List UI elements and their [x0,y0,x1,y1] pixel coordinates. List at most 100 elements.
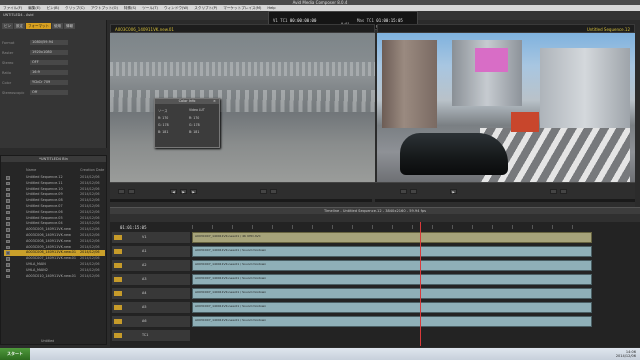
track-monitor-icon[interactable] [114,263,122,268]
color-info-title: Color Info [155,99,219,104]
track-monitor-icon[interactable] [114,333,122,338]
tab-usage[interactable]: 使用 [52,23,63,29]
bin-row[interactable]: A003C010_140911VK.new.01 2014/12/06 [4,274,105,280]
setting-select[interactable]: 1080i/59.94 [30,40,68,45]
setting-row: Ratio 16:9 [2,70,105,76]
track-name: A4 [142,291,147,295]
track-header[interactable]: TC1 [112,330,190,342]
setting-select[interactable]: Off [30,90,68,95]
project-tabs: ビン 設定 フォーマット 使用 情報 [2,23,76,29]
extract-button[interactable] [560,189,567,194]
track-name: A5 [142,305,147,309]
step-back-icon[interactable]: ◀ [170,189,177,194]
timeline-timecode[interactable]: 01:01:15:05 [120,225,147,230]
close-icon[interactable]: × [213,99,218,104]
color-value: G: 178 [189,123,200,127]
start-button[interactable]: スタート [0,348,30,360]
mark-out-button[interactable] [128,189,135,194]
color-value: G: 178 [158,123,169,127]
timeline-clip[interactable]: A003C007_140911VK.new.01 / Sound mixdown [192,288,592,299]
tab-info[interactable]: 情報 [64,23,75,29]
track-header[interactable]: A2 [112,260,190,272]
track-header[interactable]: A4 [112,288,190,300]
sequence-icon [6,274,10,279]
track-monitor-icon[interactable] [114,249,122,254]
timeline-clip[interactable]: A003C007_140911VK.new.01 / Sound mixdown [192,246,592,257]
setting-select[interactable]: YCbCr 709 [30,80,68,85]
record-mark-out-button[interactable] [410,189,417,194]
track-monitor-icon[interactable] [114,277,122,282]
track-name: A3 [142,277,147,281]
record-frame-building [540,48,630,132]
source-frame-waves [110,90,375,112]
splice-button[interactable] [260,189,267,194]
track-monitor-icon[interactable] [114,319,122,324]
color-value: R: 170 [189,116,200,120]
track-monitor-icon[interactable] [114,291,122,296]
color-info-header-left: ソース [158,109,168,113]
color-info-dialog[interactable]: Color Info × ソース Video LUT R: 170 R: 170… [154,98,220,148]
source-position-bar[interactable] [110,199,372,202]
source-frame-waves [110,62,375,76]
sequence-icon [6,268,10,273]
setting-row: Stereo OFF [2,60,105,66]
source-clip-name[interactable]: A003C006_140911VK.new.01 [115,27,174,32]
record-frame-bus [511,112,539,132]
taskbar [0,348,640,360]
source-monitor-header: A003C006_140911VK.new.01 [110,24,375,33]
tab-bins[interactable]: ビン [2,23,13,29]
mark-in-button[interactable] [118,189,125,194]
timeline-clip[interactable]: A003C007_140911VK.new.01 / Sound mixdown [192,274,592,285]
setting-row: Stereoscopic Off [2,90,105,96]
sequence-icon [6,263,10,267]
record-position-bar[interactable] [375,199,635,202]
play-icon[interactable]: ▶ [180,189,187,194]
track-header[interactable]: A5 [112,302,190,314]
track-header[interactable]: A3 [112,274,190,286]
timeline-clip[interactable]: A003C007_140911VK.new.01 / Sound mixdown [192,302,592,313]
track-monitor-icon[interactable] [114,305,122,310]
setting-row: Raster 1920x1080 [2,50,105,56]
clip-label: A003C007_140911VK.new.01 / Sound mixdown [195,276,267,280]
sequence-icon [6,176,10,180]
bin-col-date[interactable]: Creation Date [80,168,104,173]
track-name: A1 [142,249,147,253]
color-value: B: 181 [158,130,169,134]
record-frame-billboard [475,48,508,72]
sequence-icon [6,187,10,192]
sequence-icon [6,257,10,261]
sequence-icon [6,222,10,226]
bin-item-name: A003C010_140911VK.new.01 [26,273,76,278]
setting-select[interactable]: 16:9 [30,70,68,75]
color-info-header-right: Video LUT [189,108,205,112]
track-name: TC1 [142,333,149,337]
track-header[interactable]: A6 [112,316,190,328]
record-mark-in-button[interactable] [400,189,407,194]
sequence-icon [6,251,10,255]
track-monitor-icon[interactable] [114,235,122,240]
record-clip-name[interactable]: Untitled Sequence.12 [587,27,630,32]
track-header[interactable]: A1 [112,246,190,258]
bin-footer: Untitled [41,339,55,343]
record-play-icon[interactable]: ▶ [450,189,457,194]
timeline-window: Timeline - Untitled Sequence.12 - 3840x2… [110,207,640,347]
timeline-clip[interactable]: A003C007_140911VK.new.01 / Sound mixdown [192,316,592,327]
clip-label: A003C007_140911VK.new.01 / Sound mixdown [195,248,267,252]
setting-select[interactable]: OFF [30,60,68,65]
overwrite-button[interactable] [270,189,277,194]
step-forward-icon[interactable]: ▶ [190,189,197,194]
sequence-icon [6,216,10,221]
tab-format[interactable]: フォーマット [26,23,51,29]
tab-settings[interactable]: 設定 [14,23,25,29]
timeline-ruler[interactable] [192,225,592,229]
bin-title: *UNTITLED4 Bin [1,156,106,162]
project-title: UNTITLED4 - Avid [3,13,34,17]
lift-button[interactable] [550,189,557,194]
track-header[interactable]: V1 [112,232,190,244]
timeline-clip[interactable]: A003C007_140911VK.new.01 / Sound mixdown [192,260,592,271]
sequence-icon [6,193,10,197]
timeline-clip[interactable]: A003C007_140911VK.new.01 / 4K UHD AVC [192,232,592,243]
bin-col-name[interactable]: Name [26,168,36,173]
setting-select[interactable]: 1920x1080 [30,50,68,55]
timeline-position-indicator[interactable] [420,222,421,346]
